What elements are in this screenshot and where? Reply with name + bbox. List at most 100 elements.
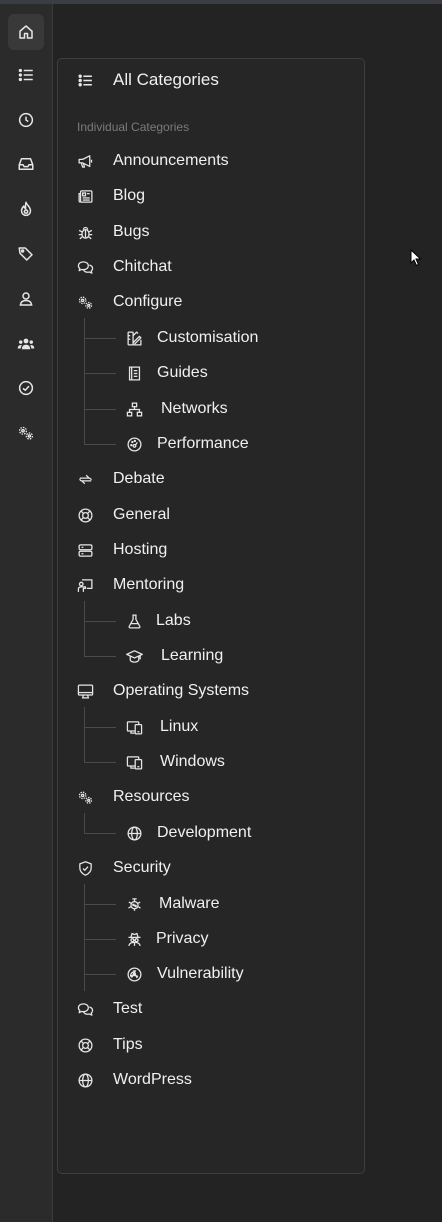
category-debate[interactable]: Debate xyxy=(76,467,165,491)
category-customisation[interactable]: Customisation xyxy=(125,326,258,350)
category-label: Windows xyxy=(160,753,225,770)
globe-icon xyxy=(125,824,143,842)
category-label: Development xyxy=(157,824,252,841)
top-border xyxy=(0,0,442,4)
chalkboard-icon xyxy=(76,576,94,594)
recent-button[interactable] xyxy=(8,102,44,138)
home-icon xyxy=(19,25,33,39)
tree-branch xyxy=(84,904,116,905)
category-label: Mentoring xyxy=(113,576,185,593)
tree-branch xyxy=(84,762,116,763)
tag-icon xyxy=(18,247,33,261)
home-button[interactable] xyxy=(8,14,44,50)
category-label: Malware xyxy=(159,895,220,912)
hot-button[interactable] xyxy=(8,191,44,227)
category-label: Customisation xyxy=(157,329,259,346)
category-label: Bugs xyxy=(113,223,150,240)
category-performance[interactable]: Performance xyxy=(125,432,249,456)
category-label: Test xyxy=(113,1000,143,1017)
category-label: Chitchat xyxy=(113,258,172,275)
icon-sidebar xyxy=(0,4,53,1222)
graduation-cap-icon xyxy=(125,647,143,665)
section-label: Individual Categories xyxy=(77,120,190,134)
category-development[interactable]: Development xyxy=(125,821,251,845)
category-label: Linux xyxy=(160,718,199,735)
category-vulnerability[interactable]: Vulnerability xyxy=(125,962,244,986)
category-configure[interactable]: Configure xyxy=(76,290,182,314)
all-categories-item[interactable]: All Categories xyxy=(76,68,219,92)
category-test[interactable]: Test xyxy=(76,997,142,1021)
clock-icon xyxy=(18,112,34,128)
categories-button[interactable] xyxy=(8,57,44,93)
book-icon xyxy=(125,364,143,382)
category-label: Guides xyxy=(157,364,208,381)
design-icon xyxy=(125,329,143,347)
category-tips[interactable]: Tips xyxy=(76,1033,143,1057)
tags-button[interactable] xyxy=(8,236,44,272)
category-bugs[interactable]: Bugs xyxy=(76,220,149,244)
category-privacy[interactable]: Privacy xyxy=(125,927,208,951)
category-malware[interactable]: Malware xyxy=(125,892,219,916)
spy-icon xyxy=(125,930,143,948)
category-label: General xyxy=(113,506,170,523)
tree-line-resources xyxy=(84,813,85,834)
category-windows[interactable]: Windows xyxy=(125,750,225,774)
network-icon xyxy=(125,400,143,418)
tree-branch xyxy=(84,338,116,339)
category-networks[interactable]: Networks xyxy=(125,397,228,421)
user-button[interactable] xyxy=(8,281,44,317)
devices-icon xyxy=(125,718,143,736)
category-label: Privacy xyxy=(156,930,209,947)
megaphone-icon xyxy=(76,152,94,170)
gears-icon xyxy=(18,426,34,440)
category-hosting[interactable]: Hosting xyxy=(76,538,167,562)
category-label: Announcements xyxy=(113,152,229,169)
category-label: Security xyxy=(113,859,171,876)
bug-icon xyxy=(76,223,94,241)
tree-branch xyxy=(84,833,116,834)
category-label: Labs xyxy=(156,612,191,629)
category-label: Networks xyxy=(161,400,228,417)
virus-icon xyxy=(125,895,143,913)
category-mentoring[interactable]: Mentoring xyxy=(76,573,184,597)
globe-icon xyxy=(76,1071,94,1089)
chat-icon xyxy=(76,1000,94,1018)
inbox-icon xyxy=(18,158,34,170)
inbox-button[interactable] xyxy=(8,146,44,182)
shield-icon xyxy=(76,859,94,877)
tree-branch xyxy=(84,727,116,728)
category-resources[interactable]: Resources xyxy=(76,785,189,809)
flask-icon xyxy=(125,612,143,630)
tree-branch xyxy=(84,444,116,445)
category-guides[interactable]: Guides xyxy=(125,361,208,385)
groups-button[interactable] xyxy=(8,326,44,362)
category-label: WordPress xyxy=(113,1071,192,1088)
lifebuoy-icon xyxy=(76,506,94,524)
category-label: Debate xyxy=(113,470,165,487)
tree-branch xyxy=(84,656,116,657)
flame-icon xyxy=(20,201,32,217)
category-label: Performance xyxy=(157,435,249,452)
list-icon xyxy=(76,71,94,89)
settings-button[interactable] xyxy=(8,415,44,451)
category-labs[interactable]: Labs xyxy=(125,609,191,633)
category-general[interactable]: General xyxy=(76,503,170,527)
category-announcements[interactable]: Announcements xyxy=(76,149,229,173)
chat-icon xyxy=(76,258,94,276)
category-chitchat[interactable]: Chitchat xyxy=(76,255,172,279)
tree-branch xyxy=(84,974,116,975)
tree-line-mentoring xyxy=(84,601,85,657)
category-learning[interactable]: Learning xyxy=(125,644,223,668)
tree-branch xyxy=(84,373,116,374)
category-security[interactable]: Security xyxy=(76,856,171,880)
users-icon xyxy=(17,338,35,350)
gauge-icon xyxy=(125,435,143,453)
newspaper-icon xyxy=(76,187,94,205)
solved-button[interactable] xyxy=(8,370,44,406)
category-wordpress[interactable]: WordPress xyxy=(76,1068,192,1092)
category-operating-systems[interactable]: Operating Systems xyxy=(76,679,249,703)
server-icon xyxy=(76,541,94,559)
category-linux[interactable]: Linux xyxy=(125,715,198,739)
user-icon xyxy=(19,292,33,306)
category-blog[interactable]: Blog xyxy=(76,184,145,208)
